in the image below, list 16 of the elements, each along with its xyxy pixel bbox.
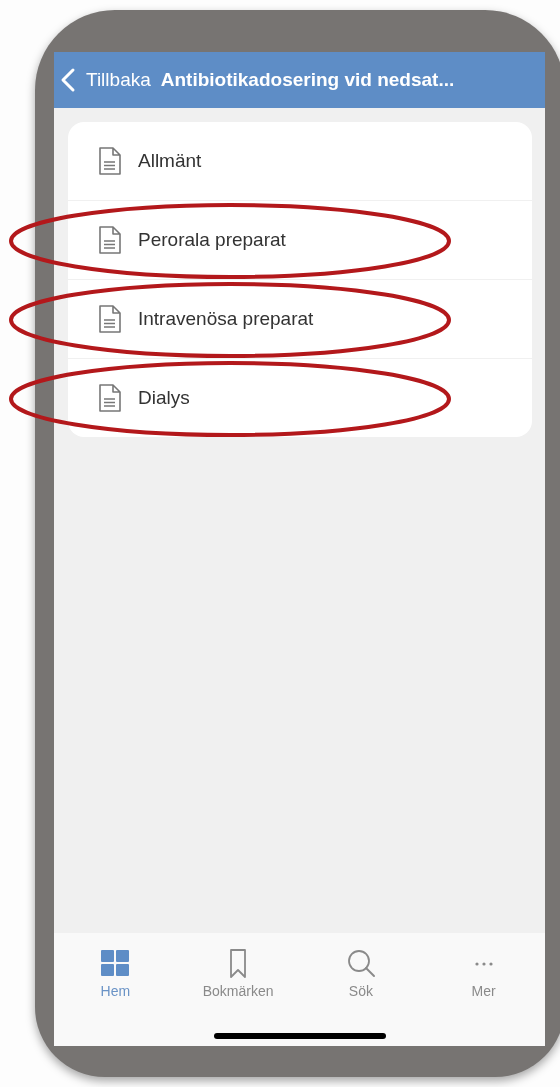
tab-item[interactable]: Bokmärken xyxy=(176,947,300,1001)
more-icon xyxy=(474,962,493,966)
page-title: Antibiotikadosering vid nedsat... xyxy=(160,69,455,91)
document-icon xyxy=(98,225,122,255)
tab-item[interactable]: Hem xyxy=(54,947,177,1001)
tab-item[interactable]: Sök xyxy=(299,947,423,1001)
list-item[interactable]: Intravenösa preparat xyxy=(68,279,532,358)
list-item[interactable]: Dialys xyxy=(68,358,532,437)
list-item[interactable]: Allmänt xyxy=(68,122,532,200)
list-item[interactable]: Perorala preparat xyxy=(68,200,532,279)
document-icon xyxy=(98,146,122,176)
back-button[interactable]: Tillbaka xyxy=(58,67,151,93)
tab-item[interactable]: Mer xyxy=(422,947,545,1001)
document-icon xyxy=(98,383,122,413)
grid-icon xyxy=(99,949,132,979)
document-icon xyxy=(98,304,122,334)
